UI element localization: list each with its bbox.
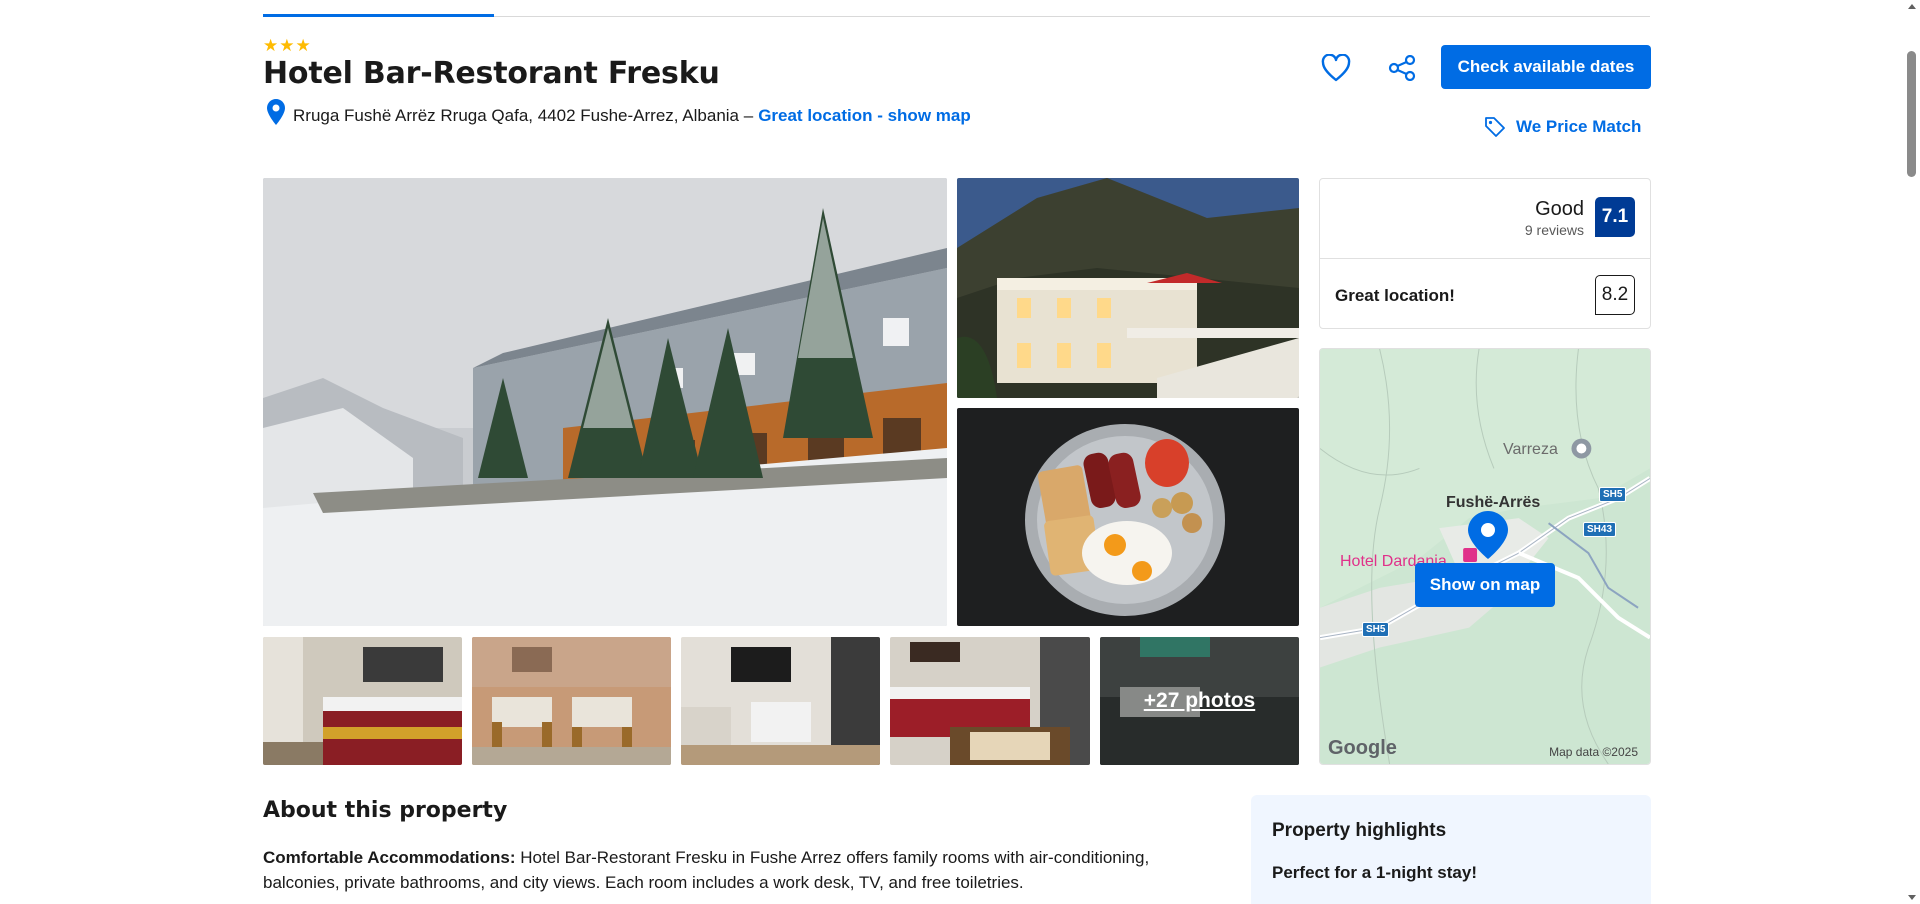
scroll-up-arrow-icon[interactable] bbox=[1908, 4, 1916, 9]
review-word: Good bbox=[1535, 198, 1584, 220]
share-icon[interactable] bbox=[1388, 55, 1416, 81]
thumbnail-bedroom-2[interactable] bbox=[890, 637, 1090, 765]
about-lead: Comfortable Accommodations: bbox=[263, 848, 516, 867]
property-title: Hotel Bar-Restorant Fresku bbox=[263, 56, 720, 91]
review-score-card[interactable]: Good 9 reviews 7.1 Great location! 8.2 bbox=[1319, 178, 1651, 329]
map-preview[interactable]: Varreza Fushë-Arrës Hotel Dardania SH5 S… bbox=[1319, 348, 1651, 765]
location-score-badge: 8.2 bbox=[1595, 275, 1635, 315]
review-count: 9 reviews bbox=[1524, 222, 1584, 238]
about-section-title: About this property bbox=[263, 798, 508, 823]
thumbnail-restaurant[interactable] bbox=[472, 637, 671, 765]
map-attribution: Map data ©2025 bbox=[1549, 745, 1638, 759]
map-pin-icon bbox=[1468, 511, 1508, 559]
highlights-subtitle: Perfect for a 1-night stay! bbox=[1272, 863, 1477, 882]
map-label-town: Fushë-Arrës bbox=[1446, 494, 1541, 511]
star-icon: ★ bbox=[295, 36, 311, 55]
road-shield: SH5 bbox=[1599, 487, 1627, 502]
main-photo-hotel-exterior[interactable] bbox=[263, 178, 947, 626]
tab-active-indicator bbox=[263, 14, 494, 17]
heart-icon[interactable] bbox=[1321, 54, 1351, 82]
scrollbar-thumb[interactable] bbox=[1907, 51, 1916, 177]
star-icon: ★ bbox=[279, 36, 295, 55]
thumbnail-room-desk[interactable] bbox=[681, 637, 880, 765]
review-summary: Good 9 reviews 7.1 bbox=[1320, 179, 1650, 259]
google-logo: Google bbox=[1328, 737, 1397, 759]
thumbnail-more-photos[interactable]: +27 photos bbox=[1100, 637, 1299, 765]
property-address: Rruga Fushë Arrëz Rruga Qafa, 4402 Fushe… bbox=[267, 99, 971, 126]
address-text: Rruga Fushë Arrëz Rruga Qafa, 4402 Fushe… bbox=[293, 106, 754, 125]
star-icon: ★ bbox=[263, 36, 279, 55]
thumbnail-bedroom-1[interactable] bbox=[263, 637, 462, 765]
map-label-varreza: Varreza bbox=[1503, 441, 1558, 458]
scroll-down-arrow-icon[interactable] bbox=[1908, 895, 1916, 900]
tag-icon bbox=[1485, 117, 1505, 137]
highlights-title: Property highlights bbox=[1272, 820, 1447, 841]
property-highlights-panel: Property highlights Perfect for a 1-nigh… bbox=[1251, 795, 1651, 904]
photo-breakfast[interactable] bbox=[957, 408, 1299, 626]
price-match-label: We Price Match bbox=[1516, 117, 1642, 136]
road-shield: SH5 bbox=[1362, 622, 1390, 637]
more-photos-link[interactable]: +27 photos bbox=[1100, 637, 1299, 765]
map-pin-icon bbox=[267, 99, 285, 125]
road-shield: SH43 bbox=[1583, 522, 1617, 537]
page-scrollbar[interactable] bbox=[1903, 0, 1920, 904]
star-rating: ★ ★ ★ bbox=[263, 37, 311, 54]
location-rating-label: Great location! bbox=[1335, 286, 1455, 305]
price-match-link[interactable]: We Price Match bbox=[1484, 116, 1641, 138]
photo-hotel-night[interactable] bbox=[957, 178, 1299, 398]
check-available-dates-button[interactable]: Check available dates bbox=[1441, 45, 1651, 89]
about-description: Comfortable Accommodations: Hotel Bar-Re… bbox=[263, 845, 1203, 895]
review-score-badge: 7.1 bbox=[1595, 197, 1635, 237]
show-map-link[interactable]: Great location - show map bbox=[758, 106, 971, 126]
show-on-map-button[interactable]: Show on map bbox=[1415, 563, 1555, 607]
